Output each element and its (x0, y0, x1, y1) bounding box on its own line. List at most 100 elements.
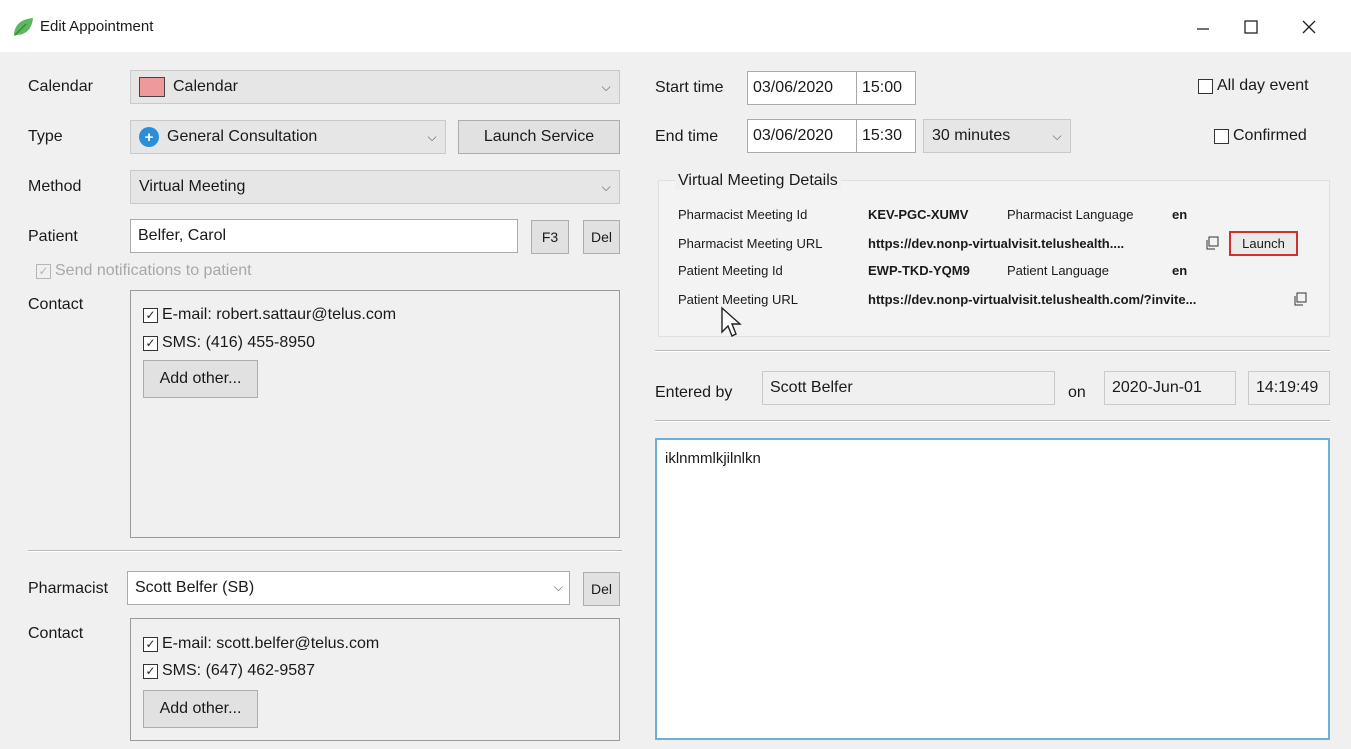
notes-textarea[interactable]: iklnmmlkjilnlkn (655, 438, 1330, 740)
maximize-button[interactable] (1228, 10, 1274, 44)
type-label: Type (28, 128, 63, 145)
checkbox-unchecked-icon (1198, 78, 1213, 94)
patient-input[interactable]: Belfer, Carol (130, 219, 518, 253)
copy-icon[interactable] (1293, 292, 1307, 306)
f3-label: F3 (541, 229, 559, 245)
window-title: Edit Appointment (40, 18, 154, 35)
calendar-color-swatch (139, 77, 165, 97)
launch-meeting-button[interactable]: Launch (1229, 231, 1298, 256)
chevron-down-icon: ⌵ (601, 79, 611, 94)
chevron-down-icon: ⌵ (1052, 128, 1062, 143)
virtual-meeting-details-group (658, 180, 1330, 337)
launch-service-button[interactable]: Launch Service (458, 120, 620, 154)
patient-meeting-url-label: Patient Meeting URL (678, 292, 798, 307)
pharmacist-language-value: en (1172, 207, 1188, 222)
del-label: Del (590, 581, 612, 597)
checkbox-checked-icon: ✓ (143, 335, 158, 351)
pharmacist-contact-sms[interactable]: ✓ SMS: (647) 462-9587 (143, 662, 315, 680)
mouse-pointer-icon (721, 306, 742, 337)
pharmacist-contact-email[interactable]: ✓ E-mail: scott.belfer@telus.com (143, 635, 379, 653)
start-time-input[interactable]: 15:00 (856, 71, 916, 105)
entered-by-value: Scott Belfer (762, 371, 1055, 405)
patient-sms-text: SMS: (416) 455-8950 (162, 334, 315, 351)
method-select[interactable]: Virtual Meeting ⌵ (130, 170, 620, 204)
send-notifications-checkbox[interactable]: ✓ Send notifications to patient (36, 262, 252, 280)
title-bar: Edit Appointment (0, 0, 1351, 52)
calendar-select[interactable]: Calendar ⌵ (130, 70, 620, 104)
close-icon (1302, 20, 1316, 34)
chevron-down-icon: ⌵ (427, 129, 437, 144)
patient-language-value: en (1172, 263, 1188, 278)
del-label: Del (590, 229, 612, 245)
checkbox-checked-icon: ✓ (143, 307, 158, 323)
pharmacist-sms-text: SMS: (647) 462-9587 (162, 662, 315, 679)
pharmacist-select[interactable]: Scott Belfer (SB) ⌵ (127, 571, 570, 605)
entered-by-label: Entered by (655, 384, 733, 401)
left-divider (28, 550, 622, 552)
calendar-value: Calendar (173, 78, 238, 95)
confirmed-label: Confirmed (1233, 127, 1307, 144)
patient-contact-email[interactable]: ✓ E-mail: robert.sattaur@telus.com (143, 306, 396, 324)
chevron-down-icon: ⌵ (601, 179, 611, 194)
end-time-label: End time (655, 128, 719, 145)
patient-contact-list (130, 290, 620, 538)
pharmacist-meeting-id-label: Pharmacist Meeting Id (678, 207, 808, 222)
patient-email-text: E-mail: robert.sattaur@telus.com (162, 306, 397, 323)
add-other-label: Add other... (159, 370, 242, 387)
plus-circle-icon: + (139, 127, 159, 147)
close-button[interactable] (1286, 10, 1332, 44)
launch-label: Launch (1242, 236, 1285, 251)
patient-add-other-button[interactable]: Add other... (143, 360, 258, 398)
minimize-button[interactable] (1180, 10, 1226, 44)
pharmacist-add-other-button[interactable]: Add other... (143, 690, 258, 728)
checkbox-checked-icon: ✓ (143, 663, 158, 679)
pharmacist-label: Pharmacist (28, 580, 109, 597)
all-day-event-label: All day event (1217, 77, 1309, 94)
checkbox-checked-icon: ✓ (36, 263, 51, 279)
checkbox-checked-icon: ✓ (143, 636, 158, 652)
send-notifications-label: Send notifications to patient (55, 262, 252, 279)
calendar-label: Calendar (28, 78, 93, 95)
confirmed-checkbox[interactable]: Confirmed (1214, 127, 1307, 145)
end-date-input[interactable]: 03/06/2020 (747, 119, 857, 153)
entered-on-label: on (1068, 384, 1086, 401)
chevron-down-icon: ⌵ (553, 580, 563, 594)
patient-language-label: Patient Language (1007, 263, 1109, 278)
minimize-icon (1197, 28, 1209, 30)
notes-text: iklnmmlkjilnlkn (665, 450, 761, 467)
patient-contact-label: Contact (28, 296, 84, 313)
start-date-input[interactable]: 03/06/2020 (747, 71, 857, 105)
add-other-label: Add other... (159, 700, 242, 717)
entered-time-value: 14:19:49 (1248, 371, 1330, 405)
start-time-label: Start time (655, 79, 724, 96)
duration-value: 30 minutes (932, 127, 1011, 144)
maximize-icon (1244, 20, 1258, 34)
duration-select[interactable]: 30 minutes ⌵ (923, 119, 1071, 153)
patient-meeting-id-value: EWP-TKD-YQM9 (868, 263, 970, 278)
method-label: Method (28, 178, 82, 195)
virtual-meeting-details-title: Virtual Meeting Details (675, 172, 841, 190)
checkbox-unchecked-icon (1214, 128, 1229, 144)
patient-search-f3-button[interactable]: F3 (531, 220, 569, 254)
leaf-app-icon (14, 18, 33, 36)
entered-date-value: 2020-Jun-01 (1104, 371, 1236, 405)
pharmacist-meeting-url-value[interactable]: https://dev.nonp-virtualvisit.telushealt… (868, 236, 1124, 251)
right-divider-top (655, 350, 1330, 352)
patient-delete-button[interactable]: Del (583, 220, 620, 254)
copy-icon[interactable] (1205, 236, 1219, 250)
pharmacist-email-text: E-mail: scott.belfer@telus.com (162, 635, 380, 652)
right-divider-bottom (655, 420, 1330, 422)
patient-meeting-id-label: Patient Meeting Id (678, 263, 783, 278)
type-select[interactable]: + General Consultation ⌵ (130, 120, 446, 154)
pharmacist-value: Scott Belfer (SB) (135, 579, 255, 596)
type-value: General Consultation (167, 128, 318, 145)
pharmacist-delete-button[interactable]: Del (583, 572, 620, 606)
patient-meeting-url-value[interactable]: https://dev.nonp-virtualvisit.telushealt… (868, 292, 1196, 307)
patient-label: Patient (28, 228, 78, 245)
method-value: Virtual Meeting (139, 178, 246, 195)
pharmacist-meeting-id-value: KEV-PGC-XUMV (868, 207, 969, 222)
all-day-event-checkbox[interactable]: All day event (1198, 77, 1309, 95)
end-time-input[interactable]: 15:30 (856, 119, 916, 153)
patient-contact-sms[interactable]: ✓ SMS: (416) 455-8950 (143, 334, 315, 352)
pharmacist-meeting-url-label: Pharmacist Meeting URL (678, 236, 823, 251)
